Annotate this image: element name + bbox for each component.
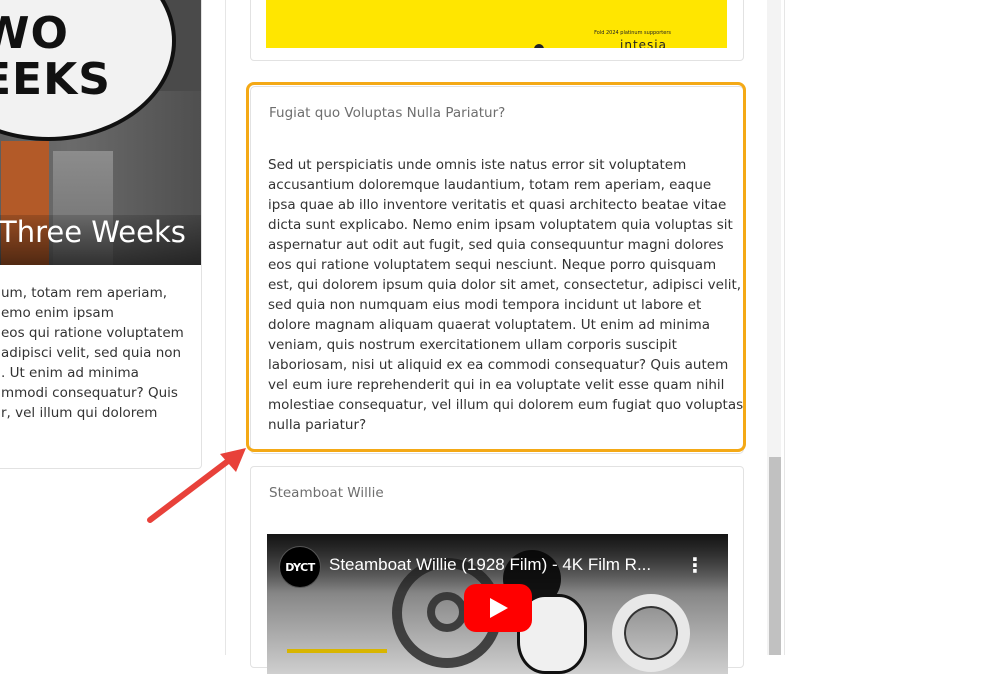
- play-button-icon[interactable]: [464, 584, 532, 632]
- video-widget-card: Steamboat Willie DYCT Steamboat Willie (…: [250, 466, 744, 674]
- speech-bubble-line: EEKS: [0, 54, 111, 105]
- speech-bubble-text: WO EEKS: [0, 11, 176, 103]
- ship-wheel-hub-shape: [427, 592, 467, 632]
- speech-bubble-line: WO: [0, 8, 69, 59]
- annotation-arrow-icon: [147, 448, 246, 523]
- ad-banner[interactable]: Fold 2024 platinum supporters intesia: [266, 0, 727, 48]
- youtube-embed[interactable]: DYCT Steamboat Willie (1928 Film) - 4K F…: [267, 534, 728, 674]
- ad-small-text: Fold 2024 platinum supporters: [594, 30, 671, 36]
- ad-dot-icon: [534, 44, 544, 48]
- body-line: eos qui ratione voluptatem sequi nesciun…: [268, 257, 717, 273]
- sidebar-column: Fugiat quo Voluptas Nulla Pariatur? Sed …: [225, 0, 785, 674]
- article-card-three-weeks[interactable]: WO EEKS Three Weeks um, totam rem aperia…: [0, 0, 202, 469]
- scrollbar-thumb[interactable]: [769, 457, 781, 655]
- body-line: dolore magnam aliquam quaerat voluptatem…: [268, 317, 710, 333]
- body-line: molestiae consequatur, vel illum qui dol…: [268, 397, 744, 413]
- body-line: veniam, quis nostrum exercitationem ulla…: [268, 337, 677, 353]
- video-title-link[interactable]: Steamboat Willie (1928 Film) - 4K Film R…: [329, 555, 651, 575]
- excerpt-line: emo enim ipsam: [1, 305, 114, 321]
- text-widget-card: Fugiat quo Voluptas Nulla Pariatur? Sed …: [250, 86, 744, 454]
- ad-logo-text: intesia: [620, 38, 667, 48]
- body-line: vel eum iure reprehenderit qui in ea vol…: [268, 377, 725, 393]
- channel-avatar[interactable]: DYCT: [279, 546, 321, 588]
- body-line: laboriosam, nisi ut aliquid ex ea commod…: [268, 357, 729, 373]
- life-ring-shape: [612, 594, 690, 672]
- video-widget-title: Steamboat Willie: [269, 485, 384, 501]
- more-options-icon[interactable]: ⋮: [685, 553, 705, 577]
- excerpt-line: eos qui ratione voluptatem: [1, 325, 184, 341]
- body-line: aspernatur aut odit aut fugit, sed quia …: [268, 237, 724, 253]
- body-line: ipsa quae ab illo inventore veritatis et…: [268, 197, 727, 213]
- body-line: est, qui dolorem ipsum quia dolor sit am…: [268, 277, 742, 293]
- play-triangle-icon: [490, 598, 508, 618]
- text-widget-title: Fugiat quo Voluptas Nulla Pariatur?: [269, 105, 506, 121]
- article-title[interactable]: Three Weeks: [0, 215, 186, 249]
- body-line: nulla pariatur?: [268, 417, 367, 433]
- article-excerpt: um, totam rem aperiam, emo enim ipsam eo…: [1, 283, 191, 423]
- excerpt-line: . Ut enim ad minima: [1, 365, 139, 381]
- body-line: accusantium doloremque laudantium, totam…: [268, 177, 712, 193]
- body-line: Sed ut perspiciatis unde omnis iste natu…: [268, 157, 687, 173]
- video-progress-accent: [287, 649, 387, 653]
- excerpt-line: adipisci velit, sed quia non: [1, 345, 182, 361]
- text-widget-body: Sed ut perspiciatis unde omnis iste natu…: [268, 155, 744, 435]
- excerpt-line: r, vel illum qui dolorem: [1, 405, 158, 421]
- excerpt-line: mmodi consequatur? Quis: [1, 385, 178, 401]
- body-line: dicta sunt explicabo. Nemo enim ipsam vo…: [268, 217, 733, 233]
- excerpt-line: um, totam rem aperiam,: [1, 285, 168, 301]
- body-line: sed quia non numquam eius modi tempora i…: [268, 297, 702, 313]
